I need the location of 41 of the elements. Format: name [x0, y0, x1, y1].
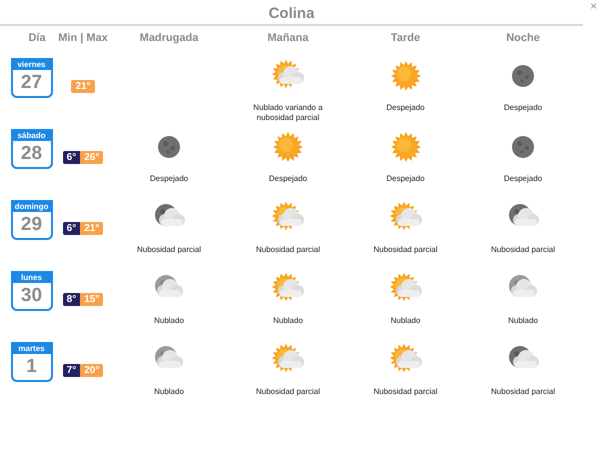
weather-description: Nublado [154, 387, 184, 397]
max-temperature: 15° [80, 293, 104, 306]
calendar-date: domingo 29 [10, 200, 52, 240]
weather-description: Despejado [504, 103, 542, 113]
min-temperature: 6° [62, 222, 80, 235]
city-title: Colina [0, 0, 583, 26]
max-temperature: 26° [80, 151, 104, 164]
weather-description: Nubosidad parcial [373, 387, 438, 397]
max-temperature: 21° [80, 222, 104, 235]
calendar-date: viernes 27 [10, 58, 52, 98]
weather-description: Nubosidad parcial [490, 245, 556, 255]
max-temperature: 20° [80, 364, 104, 377]
weather-description: Nublado [273, 316, 303, 326]
weather-description: Despejado [150, 174, 188, 184]
column-header: Mañana [268, 32, 308, 44]
weather-description: Nubosidad parcial [256, 245, 320, 255]
weather-description: Despejado [386, 174, 425, 184]
column-header: Día [28, 32, 46, 44]
weather-description: Nubosidad parcial [256, 387, 320, 397]
column-header: Min | Max [58, 32, 108, 44]
calendar-date: sábado 28 [10, 129, 52, 169]
weather-description: Nublado [508, 316, 538, 326]
weather-description: Nublado variando a nubosidad parcial [252, 103, 324, 123]
min-temperature: 6° [62, 151, 80, 164]
weather-description: Despejado [504, 174, 542, 184]
column-header: Madrugada [140, 32, 198, 44]
min-temperature: 8° [62, 293, 80, 306]
weather-description: Nubosidad parcial [490, 387, 556, 397]
max-temperature: 21° [71, 80, 95, 93]
close-button[interactable]: × [590, 0, 597, 12]
min-temperature: 7° [62, 364, 80, 377]
weather-description: Nublado [154, 316, 184, 326]
column-header: Noche [506, 32, 540, 44]
calendar-date: martes 1 [10, 342, 52, 382]
weather-description: Nubosidad parcial [136, 245, 202, 255]
weather-description: Despejado [386, 103, 425, 113]
column-header: Tarde [390, 32, 420, 44]
weather-description: Nublado [390, 316, 420, 326]
weather-description: Despejado [268, 174, 308, 184]
weather-description: Nubosidad parcial [373, 245, 438, 255]
calendar-date: lunes 30 [10, 271, 52, 311]
